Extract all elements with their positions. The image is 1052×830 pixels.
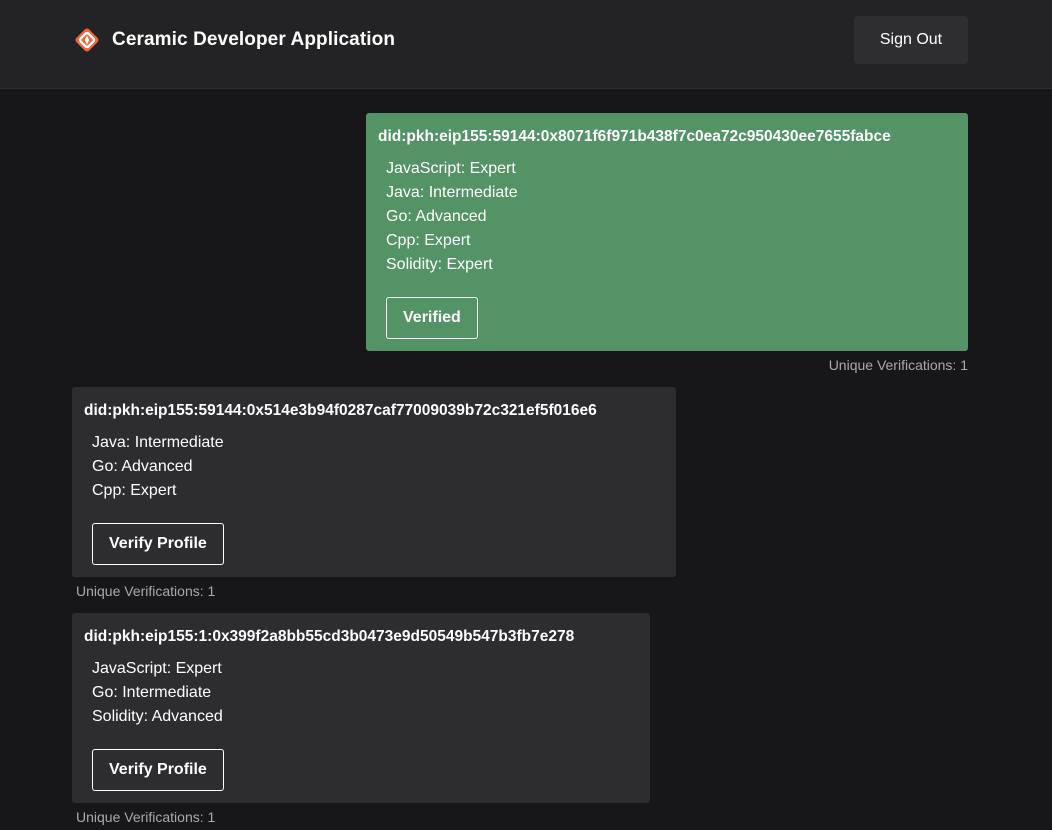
brand[interactable]: Ceramic Developer Application <box>72 26 395 54</box>
skills-list: JavaScript: Expert Go: Intermediate Soli… <box>84 657 638 729</box>
skill-item: Solidity: Expert <box>386 256 493 273</box>
skill-item: Java: Intermediate <box>92 434 224 451</box>
skills-list: Java: Intermediate Go: Advanced Cpp: Exp… <box>84 431 664 503</box>
skill-item: Go: Advanced <box>386 208 487 225</box>
unique-verifications: Unique Verifications: 1 <box>76 809 216 825</box>
unique-verifications: Unique Verifications: 1 <box>76 583 216 599</box>
profile-card-verified: did:pkh:eip155:59144:0x8071f6f971b438f7c… <box>366 113 968 351</box>
skill-item: Cpp: Expert <box>92 482 177 499</box>
unique-verifications: Unique Verifications: 1 <box>828 357 968 373</box>
skill-item: JavaScript: Expert <box>386 160 516 177</box>
app-title: Ceramic Developer Application <box>112 29 396 50</box>
profile-card: did:pkh:eip155:59144:0x514e3b94f0287caf7… <box>72 387 676 577</box>
sign-out-button[interactable]: Sign Out <box>854 16 968 64</box>
skill-item: Solidity: Advanced <box>92 708 223 725</box>
profile-did: did:pkh:eip155:59144:0x514e3b94f0287caf7… <box>84 402 597 419</box>
ceramic-logo-icon <box>75 28 99 52</box>
skill-item: Cpp: Expert <box>386 232 471 249</box>
verify-profile-button[interactable]: Verify Profile <box>92 523 224 565</box>
skill-item: Java: Intermediate <box>386 184 518 201</box>
profile-did: did:pkh:eip155:1:0x399f2a8bb55cd3b0473e9… <box>84 628 575 645</box>
verified-button[interactable]: Verified <box>386 297 478 339</box>
profile-did: did:pkh:eip155:59144:0x8071f6f971b438f7c… <box>378 128 891 145</box>
profile-card: did:pkh:eip155:1:0x399f2a8bb55cd3b0473e9… <box>72 613 650 803</box>
verify-profile-button[interactable]: Verify Profile <box>92 749 224 791</box>
skills-list: JavaScript: Expert Java: Intermediate Go… <box>378 157 956 277</box>
skill-item: Go: Intermediate <box>92 684 212 701</box>
skill-item: JavaScript: Expert <box>92 660 222 677</box>
app-header: Ceramic Developer Application Sign Out <box>0 0 1052 89</box>
skill-item: Go: Advanced <box>92 458 193 475</box>
